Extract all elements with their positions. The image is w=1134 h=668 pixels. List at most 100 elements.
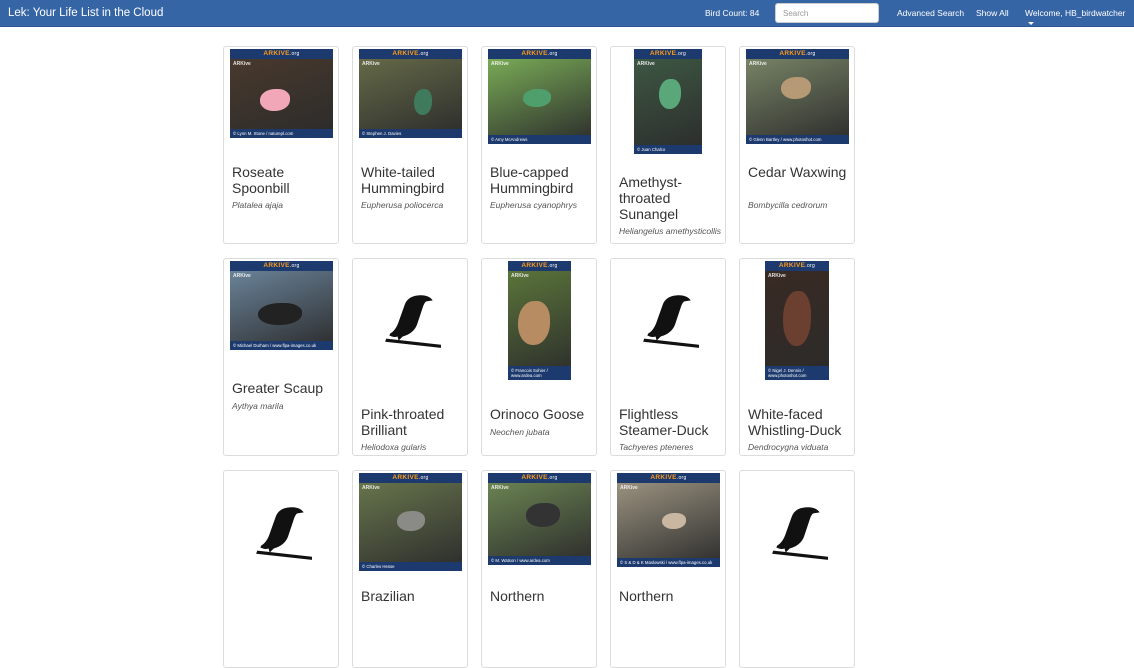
arkive-logo-text: ARKIVE [521, 474, 548, 481]
caret-down-icon [1028, 22, 1034, 26]
arkive-logo-text: ARKIVE [521, 262, 548, 269]
arkive-logo-text: ARKIVE [649, 50, 677, 57]
bird-card[interactable]: ARKIVE.org ARKive © S & D & K Maslowski / … [610, 470, 726, 668]
bird-photo: ARKIVE.org ARKive © Juan Chalco [634, 49, 702, 154]
bird-scientific-name: Neochen jubata [490, 427, 550, 437]
bird-silhouette-icon [772, 507, 828, 560]
bird-photo: ARKIVE.org ARKive © Amy McAndrews [488, 49, 591, 144]
arkive-logo-band: ARKIVE.org [617, 473, 720, 483]
arkive-logo-text: ARKIVE [263, 262, 290, 269]
bird-scientific-name: Heliodoxa gularis [361, 442, 427, 452]
bird-scientific-name: Tachyeres pteneres [619, 442, 694, 452]
bird-common-name[interactable]: Northern [490, 588, 594, 604]
top-navbar: Lek: Your Life List in the Cloud Bird Co… [0, 0, 1134, 27]
show-all-link[interactable]: Show All [976, 8, 1009, 18]
arkive-watermark: ARKive [233, 273, 251, 279]
bird-photo: ARKIVE.org ARKive © Lynn M. Stone / nature… [230, 49, 333, 138]
bird-card[interactable]: ARKIVE.org ARKive © Glenn Bartley / www.ph… [739, 46, 855, 244]
bird-common-name[interactable]: Cedar Waxwing [748, 164, 852, 180]
bird-common-name[interactable]: Orinoco Goose [490, 406, 594, 422]
bird-scientific-name: Dendrocygna viduata [748, 442, 829, 452]
photo-credit: © M. Watson / www.ardea.com [488, 556, 591, 565]
bird-silhouette-icon [643, 295, 699, 348]
bird-common-name[interactable]: Greater Scaup [232, 380, 336, 396]
photo-credit: © Stephen J. Davies [359, 129, 462, 138]
bird-card[interactable]: ARKIVE.org ARKive © Amy McAndrews Blue-capp… [481, 46, 597, 244]
bird-scientific-name: Eupherusa cyanophrys [490, 200, 577, 210]
bird-card[interactable]: ARKIVE.org ARKive © Charles Hesse Brazilian [352, 470, 468, 668]
arkive-watermark: ARKive [491, 485, 509, 491]
bird-placeholder-image [251, 503, 313, 566]
bird-figure [260, 89, 290, 111]
bird-card[interactable]: ARKIVE.org ARKive © Michael Durham / www.f… [223, 258, 339, 456]
bird-photo: ARKIVE.org ARKive © S & D & K Maslowski / … [617, 473, 720, 567]
bird-photo: ARKIVE.org ARKive © Michael Durham / www.f… [230, 261, 333, 350]
bird-card[interactable] [223, 470, 339, 668]
arkive-logo-suffix: .org [418, 475, 429, 481]
arkive-logo-text: ARKIVE [779, 50, 806, 57]
bird-scientific-name: Aythya marila [232, 401, 284, 411]
bird-figure [783, 291, 811, 346]
arkive-logo-band: ARKIVE.org [746, 49, 849, 59]
arkive-logo-suffix: .org [547, 475, 558, 481]
search-input[interactable] [775, 3, 879, 23]
arkive-logo-suffix: .org [676, 51, 687, 57]
arkive-logo-band: ARKIVE.org [230, 261, 333, 271]
bird-common-name[interactable]: Flightless Steamer-Duck [619, 406, 723, 438]
arkive-logo-suffix: .org [805, 51, 816, 57]
advanced-search-link[interactable]: Advanced Search [897, 8, 964, 18]
bird-figure [397, 511, 425, 531]
bird-placeholder-image [380, 291, 442, 354]
bird-figure [662, 513, 686, 529]
arkive-watermark: ARKive [362, 61, 380, 67]
bird-common-name[interactable]: Pink-throated Brilliant [361, 406, 465, 438]
bird-placeholder-image [638, 291, 700, 354]
arkive-logo-text: ARKIVE [263, 50, 290, 57]
bird-common-name[interactable]: Amethyst-throated Sunangel [619, 174, 723, 222]
arkive-logo-band: ARKIVE.org [488, 473, 591, 483]
bird-common-name[interactable]: Northern [619, 588, 723, 604]
bird-photo: ARKIVE.org ARKive © Charles Hesse [359, 473, 462, 571]
app-brand-link[interactable]: Lek: Your Life List in the Cloud [8, 7, 163, 19]
bird-figure [258, 303, 302, 325]
bird-common-name[interactable]: White-tailed Hummingbird [361, 164, 465, 196]
arkive-logo-band: ARKIVE.org [230, 49, 333, 59]
bird-card[interactable]: Pink-throated Brilliant Heliodoxa gularis [352, 258, 468, 456]
arkive-logo-band: ARKIVE.org [359, 473, 462, 483]
bird-common-name[interactable]: Roseate Spoonbill [232, 164, 336, 196]
bird-card[interactable]: ARKIVE.org ARKive © Nigel J. Dennis / www.… [739, 258, 855, 456]
arkive-logo-suffix: .org [547, 51, 558, 57]
arkive-logo-suffix: .org [289, 263, 300, 269]
arkive-logo-band: ARKIVE.org [508, 261, 571, 271]
arkive-logo-text: ARKIVE [392, 50, 419, 57]
arkive-logo-band: ARKIVE.org [488, 49, 591, 59]
bird-figure [781, 77, 811, 99]
bird-scientific-name: Platalea ajaja [232, 200, 284, 210]
photo-credit: © Glenn Bartley / www.photoshot.com [746, 135, 849, 144]
bird-common-name[interactable]: Brazilian [361, 588, 465, 604]
photo-credit: © S & D & K Maslowski / www.flpa-images.… [617, 558, 720, 567]
bird-card[interactable]: ARKIVE.org ARKive © Lynn M. Stone / nature… [223, 46, 339, 244]
bird-card[interactable]: ARKIVE.org ARKive © Francois Sohier / www.… [481, 258, 597, 456]
user-welcome-label: Welcome, HB_birdwatcher [1025, 8, 1126, 18]
bird-card[interactable]: ARKIVE.org ARKive © Juan Chalco Amethyst-th… [610, 46, 726, 244]
bird-card[interactable] [739, 470, 855, 668]
arkive-logo-text: ARKIVE [392, 474, 419, 481]
photo-credit: © Lynn M. Stone / naturepl.com [230, 129, 333, 138]
arkive-logo-suffix: .org [418, 51, 429, 57]
bird-common-name[interactable]: White-faced Whistling-Duck [748, 406, 852, 438]
bird-common-name[interactable]: Blue-capped Hummingbird [490, 164, 594, 196]
user-menu-dropdown[interactable]: Welcome, HB_birdwatcher [1025, 8, 1134, 28]
photo-credit: © Nigel J. Dennis / www.photoshot.com [765, 366, 829, 380]
arkive-logo-suffix: .org [676, 475, 687, 481]
arkive-watermark: ARKive [362, 485, 380, 491]
bird-photo: ARKIVE.org ARKive © Nigel J. Dennis / www.… [765, 261, 829, 380]
arkive-watermark: ARKive [491, 61, 509, 67]
bird-card[interactable]: ARKIVE.org ARKive © M. Watson / www.ardea.… [481, 470, 597, 668]
bird-figure [523, 89, 551, 107]
arkive-logo-band: ARKIVE.org [634, 49, 702, 59]
bird-figure [659, 79, 681, 109]
bird-card[interactable]: Flightless Steamer-Duck Tachyeres ptenere… [610, 258, 726, 456]
arkive-watermark: ARKive [637, 61, 655, 67]
bird-card[interactable]: ARKIVE.org ARKive © Stephen J. Davies White… [352, 46, 468, 244]
